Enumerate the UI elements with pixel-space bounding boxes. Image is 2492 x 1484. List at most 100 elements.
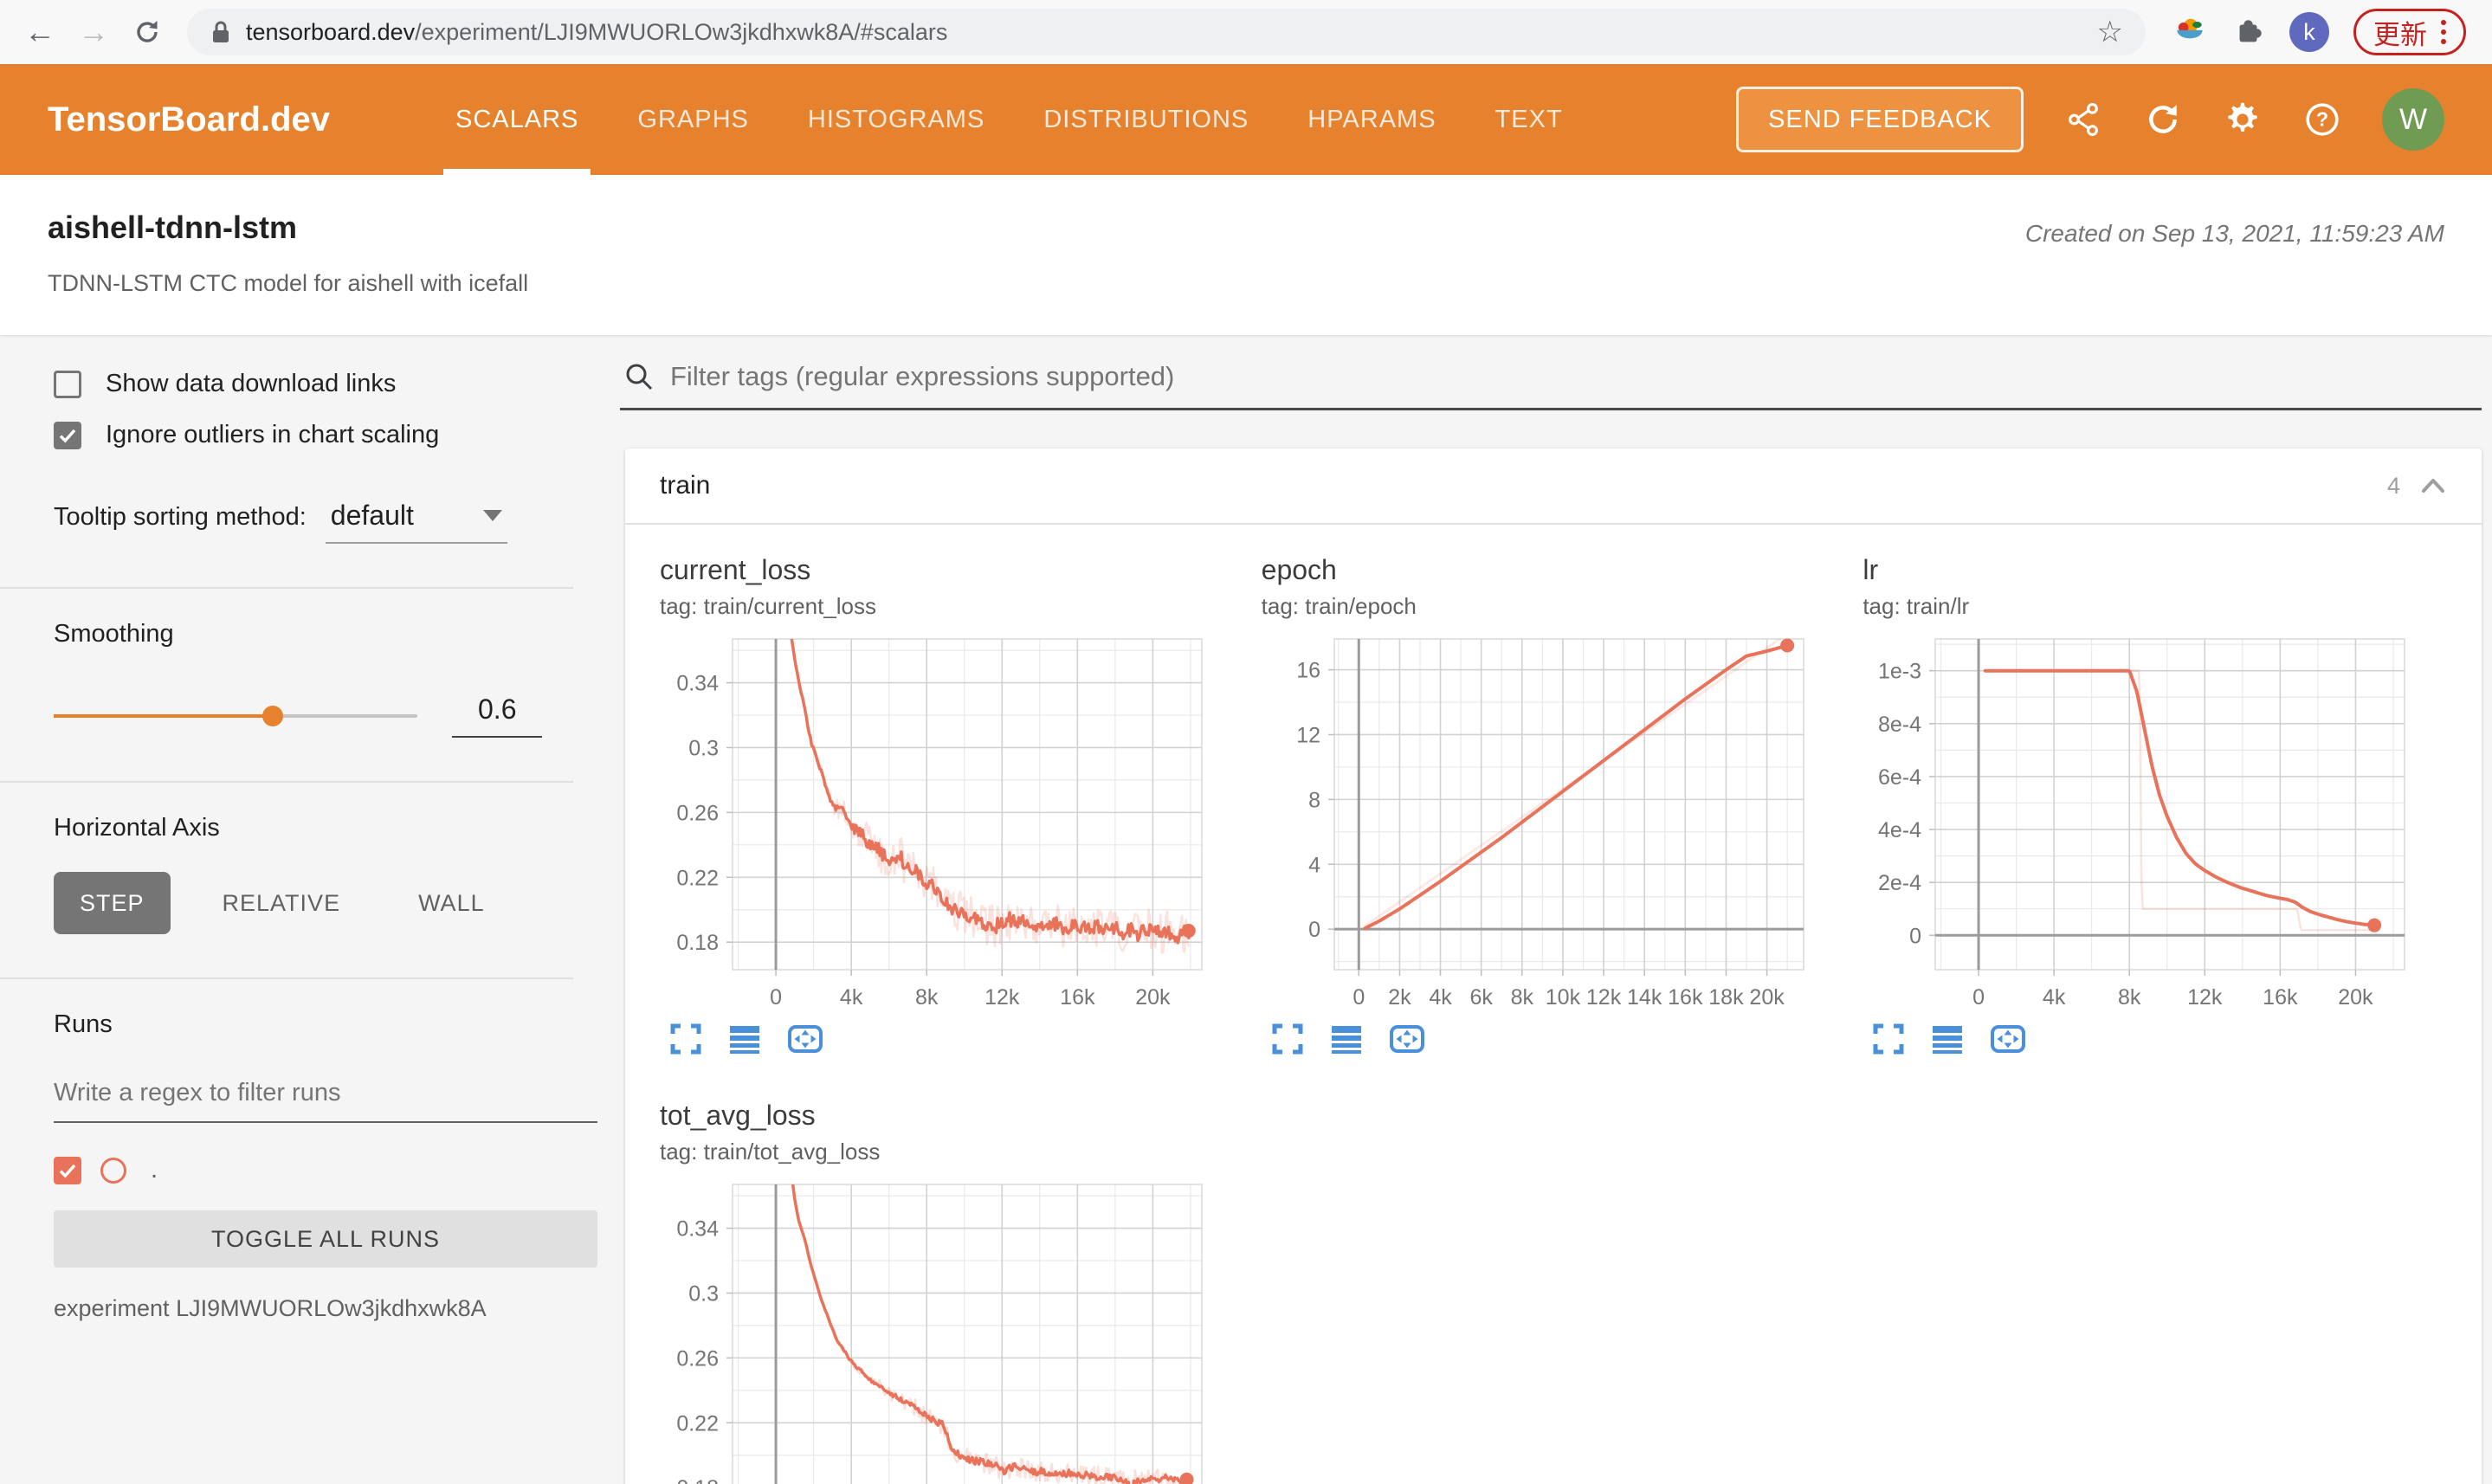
sidebar-divider	[0, 781, 573, 783]
show-download-links-label: Show data download links	[106, 370, 397, 397]
tab-distributions[interactable]: DISTRIBUTIONS	[1043, 64, 1249, 175]
svg-text:8: 8	[1308, 788, 1320, 812]
scalar-chart-plot[interactable]: 04k8k12k16k20k0.180.220.260.30.34	[660, 630, 1214, 1018]
browser-forward-button[interactable]: →	[71, 10, 116, 55]
browser-profile-avatar[interactable]: k	[2289, 12, 2329, 52]
tab-graphs[interactable]: GRAPHS	[637, 64, 748, 175]
slider-thumb[interactable]	[262, 705, 283, 726]
svg-text:16: 16	[1296, 659, 1320, 683]
fruit-extension-icon[interactable]	[2172, 14, 2208, 50]
svg-text:12k: 12k	[2187, 985, 2223, 1010]
tab-text[interactable]: TEXT	[1495, 64, 1563, 175]
address-bar[interactable]: tensorboard.dev/experiment/LJI9MWUORLOw3…	[187, 9, 2146, 55]
refresh-data-button[interactable]	[2143, 100, 2183, 139]
svg-text:16k: 16k	[1668, 985, 1703, 1010]
log-scale-icon[interactable]	[1930, 1022, 1965, 1056]
sidebar-divider	[0, 978, 573, 979]
share-button[interactable]	[2063, 100, 2103, 139]
svg-text:4k: 4k	[1429, 985, 1452, 1010]
svg-text:20k: 20k	[1749, 985, 1785, 1010]
smoothing-label: Smoothing	[54, 620, 174, 648]
browser-back-button[interactable]: ←	[17, 10, 62, 55]
tab-scalars[interactable]: SCALARS	[442, 64, 591, 175]
fit-domain-icon[interactable]	[786, 1022, 824, 1056]
tooltip-sorting-select[interactable]: default	[325, 500, 507, 544]
checkmark-icon	[59, 1164, 76, 1178]
fullscreen-icon[interactable]	[1871, 1022, 1906, 1056]
fit-domain-icon[interactable]	[1388, 1022, 1426, 1056]
runs-regex-input[interactable]: Write a regex to filter runs	[54, 1079, 597, 1123]
svg-text:6k: 6k	[1469, 985, 1493, 1010]
ignore-outliers-row[interactable]: Ignore outliers in chart scaling	[54, 421, 571, 449]
settings-sidebar: Show data download links Ignore outliers…	[0, 335, 606, 1484]
browser-reload-button[interactable]	[125, 10, 170, 55]
filter-tags-placeholder: Filter tags (regular expressions support…	[670, 361, 1175, 391]
svg-text:0.18: 0.18	[676, 931, 719, 955]
chart-title: tot_avg_loss	[660, 1100, 816, 1131]
svg-text:16k: 16k	[1060, 985, 1095, 1010]
tooltip-sorting-label: Tooltip sorting method:	[54, 503, 307, 531]
update-label: 更新	[2373, 19, 2427, 50]
axis-step-button[interactable]: STEP	[54, 872, 171, 934]
svg-text:4k: 4k	[2043, 985, 2066, 1010]
browser-toolbar: ← → tensorboard.dev/experiment/LJI9MWUOR…	[0, 0, 2492, 64]
train-tag-group-card: train 4 current_loss tag: train/current_l…	[625, 448, 2482, 1484]
chevron-up-icon[interactable]	[2419, 475, 2447, 496]
svg-text:0: 0	[1972, 985, 1985, 1010]
chrome-update-button[interactable]: 更新	[2353, 9, 2466, 55]
log-scale-icon[interactable]	[727, 1022, 762, 1056]
toggle-all-runs-button[interactable]: TOGGLE ALL RUNS	[54, 1210, 597, 1268]
run-checkbox[interactable]	[54, 1156, 81, 1184]
fullscreen-icon[interactable]	[668, 1022, 703, 1056]
ignore-outliers-checkbox[interactable]	[54, 421, 81, 449]
show-download-links-row[interactable]: Show data download links	[54, 370, 571, 398]
svg-text:0.18: 0.18	[676, 1476, 719, 1484]
app-header: TensorBoard.dev SCALARS GRAPHS HISTOGRAM…	[0, 64, 2492, 175]
svg-text:16k: 16k	[2263, 985, 2299, 1010]
app-logo[interactable]: TensorBoard.dev	[48, 100, 330, 139]
svg-text:0.26: 0.26	[676, 1346, 719, 1371]
smoothing-slider[interactable]	[54, 705, 417, 726]
bookmark-star-icon[interactable]: ☆	[2097, 15, 2123, 49]
tab-histograms[interactable]: HISTOGRAMS	[808, 64, 985, 175]
show-download-links-checkbox[interactable]	[54, 370, 81, 398]
svg-text:4: 4	[1308, 853, 1320, 877]
runs-label: Runs	[54, 1010, 113, 1038]
account-avatar[interactable]: W	[2382, 88, 2444, 151]
search-icon	[626, 364, 653, 390]
svg-text:2k: 2k	[1388, 985, 1411, 1010]
chart-actions	[1262, 1022, 1863, 1056]
scalar-chart-plot[interactable]: 04k8k12k16k20k0.180.220.260.30.34	[660, 1176, 1214, 1484]
tab-hparams[interactable]: HPARAMS	[1307, 64, 1436, 175]
svg-text:?: ?	[2316, 107, 2328, 130]
scalar-chart-plot[interactable]: 0 4k 8k 12k 16k 20k 0 2e-4 4e-4 6e-4 8e-4 1e-3	[1863, 630, 2417, 1018]
help-icon: ?	[2306, 103, 2339, 136]
svg-text:0: 0	[1909, 924, 1921, 948]
chart-title: current_loss	[660, 554, 811, 585]
smoothing-value[interactable]: 0.6	[452, 694, 543, 738]
svg-text:14k: 14k	[1627, 985, 1662, 1010]
extensions-puzzle-icon[interactable]	[2232, 16, 2265, 48]
axis-wall-button[interactable]: WALL	[392, 872, 511, 934]
train-group-header[interactable]: train 4	[625, 448, 2482, 523]
log-scale-icon[interactable]	[1329, 1022, 1364, 1056]
fullscreen-icon[interactable]	[1270, 1022, 1305, 1056]
sidebar-divider	[0, 587, 573, 589]
run-row[interactable]: .	[54, 1156, 571, 1184]
axis-relative-button[interactable]: RELATIVE	[197, 872, 367, 934]
run-color-swatch	[100, 1157, 126, 1184]
fit-domain-icon[interactable]	[1989, 1022, 2027, 1056]
reload-icon	[137, 21, 158, 42]
browser-menu-icon[interactable]	[2441, 20, 2446, 44]
filter-tags-input[interactable]: Filter tags (regular expressions support…	[620, 361, 2482, 410]
help-button[interactable]: ?	[2302, 100, 2342, 139]
svg-text:2e-4: 2e-4	[1878, 871, 1921, 895]
svg-text:6e-4: 6e-4	[1878, 765, 1921, 790]
svg-text:0.34: 0.34	[676, 1217, 719, 1242]
gear-icon	[2228, 102, 2257, 132]
scalar-chart-plot[interactable]: 0 2k 4k 6k 8k 10k 12k 14k 16k 18k 20k 0 4 8 12 16	[1262, 630, 1816, 1018]
settings-button[interactable]	[2223, 100, 2263, 139]
svg-text:12k: 12k	[985, 985, 1020, 1010]
send-feedback-button[interactable]: SEND FEEDBACK	[1736, 87, 2024, 152]
svg-text:12: 12	[1296, 723, 1320, 747]
